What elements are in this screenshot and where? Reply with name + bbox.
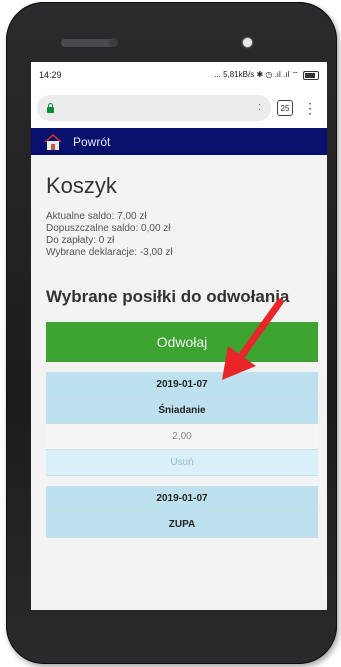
red-arrow-annotation <box>222 298 284 380</box>
tabs-count-button[interactable]: 25 <box>277 100 293 116</box>
meal-item: 2019-01-07 Śniadanie 2,00 Usuń <box>46 372 318 476</box>
balance-allowed: Dopuszczalne saldo: 0,00 zł <box>46 223 171 234</box>
site-navbar: Powrót <box>31 128 327 155</box>
status-bar: 14:29 ... 5,81kB/s ✱ ◷ .ıl .ıl ⌔ <box>31 62 327 88</box>
proximity-sensor <box>109 38 118 47</box>
remove-meal-button[interactable]: Usuń <box>46 450 318 476</box>
url-field[interactable]: : <box>37 95 271 121</box>
status-indicators: ... 5,81kB/s ✱ ◷ .ıl .ıl ⌔ <box>214 70 319 80</box>
balance-current: Aktualne saldo: 7,00 zł <box>46 211 147 222</box>
battery-icon <box>303 70 319 80</box>
meal-name: Śniadanie <box>46 398 318 424</box>
meal-price: 2,00 <box>46 424 318 450</box>
lock-icon <box>47 102 54 113</box>
back-link[interactable]: Powrót <box>73 135 110 149</box>
meal-date: 2019-01-07 <box>46 486 318 512</box>
selected-declarations: Wybrane deklaracje: -3,00 zł <box>46 247 173 258</box>
page-title: Koszyk <box>46 173 117 198</box>
status-time: 14:29 <box>39 70 62 80</box>
speaker-grille <box>61 39 116 47</box>
meal-name: ZUPA <box>46 512 318 538</box>
amount-to-pay: Do zapłaty: 0 zł <box>46 235 115 246</box>
home-icon[interactable] <box>43 133 63 151</box>
url-more-icon[interactable]: : <box>258 101 261 113</box>
meal-item: 2019-01-07 ZUPA <box>46 486 318 538</box>
status-indicator-text: ... 5,81kB/s ✱ ◷ .ıl .ıl ⌔ <box>214 70 299 79</box>
browser-menu-button[interactable]: ⋮ <box>299 101 321 115</box>
front-camera <box>243 38 252 47</box>
browser-toolbar: : 25 ⋮ <box>31 88 327 128</box>
